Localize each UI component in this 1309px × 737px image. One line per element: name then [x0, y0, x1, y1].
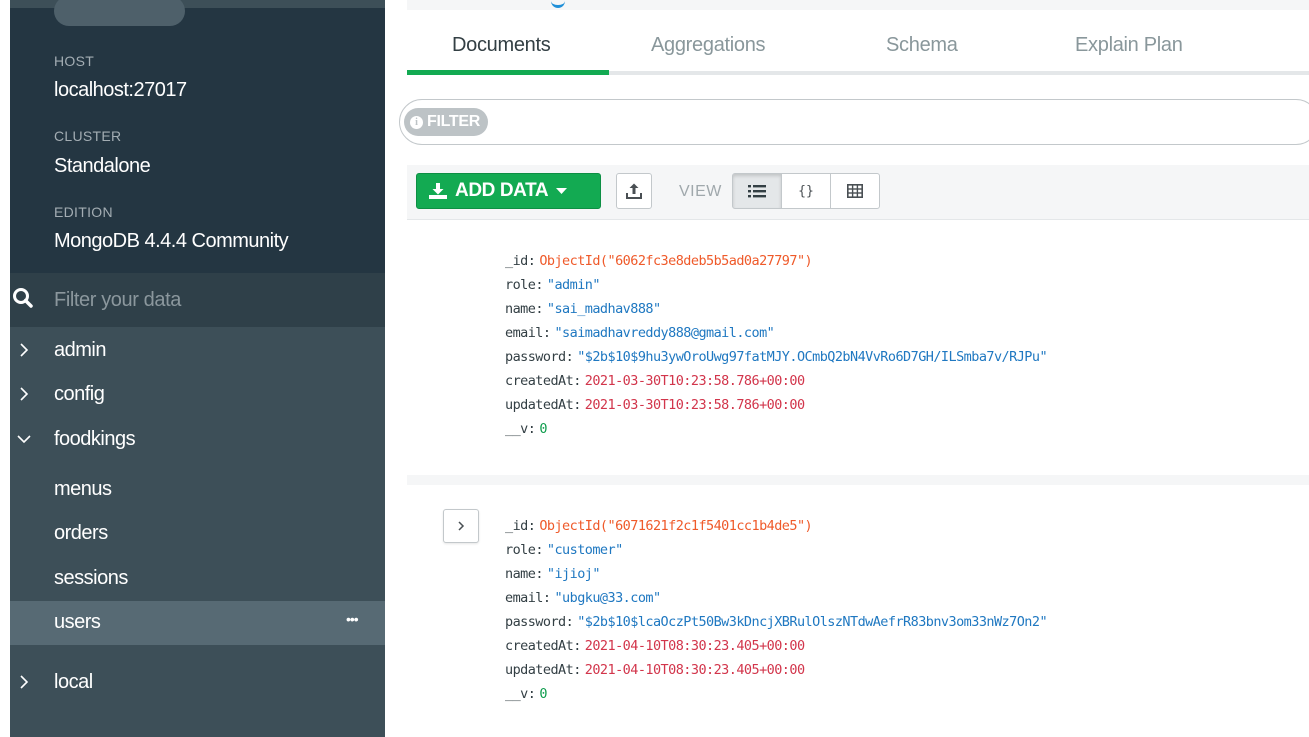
filter-data-input[interactable] [54, 286, 364, 314]
document-field: __v: 0 [505, 686, 547, 702]
sidebar-collection-label: sessions [54, 567, 128, 589]
chevron-right-icon [20, 675, 29, 689]
tab-explain-plan[interactable]: Explain Plan [1075, 34, 1183, 57]
document-field: email: "saimadhavreddy888@gmail.com" [505, 325, 775, 341]
header-fragment [551, 0, 565, 8]
document-field: _id: ObjectId("6071621f2c1f5401cc1b4de5") [505, 518, 813, 534]
query-bar: i FILTER [399, 75, 1309, 165]
sidebar-collection-orders[interactable]: orders [10, 512, 385, 556]
sidebar-db-label: admin [54, 339, 106, 361]
edition-value: MongoDB 4.4.4 Community [54, 230, 289, 252]
sidebar-db-label: foodkings [54, 428, 136, 450]
chevron-right-icon [20, 343, 29, 357]
sidebar-db-local[interactable]: local [10, 661, 385, 705]
export-collection-button[interactable] [616, 173, 652, 209]
host-value: localhost:27017 [54, 79, 187, 101]
collection-menu-icon[interactable]: ••• [346, 611, 359, 627]
tab-aggregations[interactable]: Aggregations [651, 34, 766, 57]
sidebar-db-admin[interactable]: admin [10, 329, 385, 373]
document-field: updatedAt: 2021-04-10T08:30:23.405+00:00 [505, 662, 805, 678]
document-field: password: "$2b$10$9hu3ywOroUwg97fatMJY.OC… [505, 349, 1048, 365]
edition-label: EDITION [54, 204, 113, 220]
documents-toolbar: ADD DATA VIEW {} [407, 165, 1309, 220]
sidebar-collection-menus[interactable]: menus [10, 468, 385, 512]
document-field: role: "admin" [505, 277, 600, 293]
sidebar-collection-sessions[interactable]: sessions [10, 557, 385, 601]
host-label: HOST [54, 53, 95, 69]
view-mode-switcher: {} [732, 173, 880, 209]
sidebar-collection-label: menus [54, 478, 112, 500]
expand-document-button[interactable] [443, 509, 479, 543]
sidebar: HOST localhost:27017 CLUSTER Standalone … [10, 0, 385, 737]
collection-tabs: Documents Aggregations Schema Explain Pl… [407, 24, 1309, 76]
sidebar-db-foodkings[interactable]: foodkings [10, 418, 385, 462]
add-data-button[interactable]: ADD DATA [416, 173, 601, 209]
chevron-right-icon [20, 387, 29, 401]
sidebar-filter [10, 273, 385, 327]
collection-header-strip [407, 0, 1309, 10]
document-field: role: "customer" [505, 542, 623, 558]
json-view-icon: {} [798, 183, 814, 199]
search-icon [13, 288, 33, 308]
sidebar-collection-label: users [54, 611, 101, 633]
document-field: name: "ijioj" [505, 566, 600, 582]
list-view-icon [748, 185, 766, 198]
add-data-label: ADD DATA [455, 180, 549, 201]
document-field: email: "ubgku@33.com" [505, 590, 661, 606]
document-field: createdAt: 2021-04-10T08:30:23.405+00:00 [505, 638, 805, 654]
json-view-button[interactable]: {} [781, 173, 831, 209]
tab-documents[interactable]: Documents [452, 34, 551, 57]
chevron-right-icon [458, 521, 465, 531]
document-field: createdAt: 2021-03-30T10:23:58.786+00:00 [505, 373, 805, 389]
document-card[interactable]: _id: ObjectId("6062fc3e8deb5b5ad0a27797")… [407, 220, 1309, 475]
filter-badge-label: FILTER [427, 113, 481, 130]
download-icon [429, 183, 447, 199]
caret-down-icon [556, 187, 568, 194]
filter-input[interactable]: i FILTER [399, 99, 1309, 145]
sidebar-collection-label: orders [54, 522, 108, 544]
sidebar-db-label: local [54, 671, 93, 693]
view-label: VIEW [679, 183, 722, 200]
chevron-down-icon [17, 435, 31, 444]
instance-pill[interactable] [54, 0, 185, 26]
list-view-button[interactable] [732, 173, 782, 209]
sidebar-collection-users[interactable]: users ••• [10, 601, 385, 645]
tab-schema[interactable]: Schema [886, 34, 958, 57]
table-view-button[interactable] [830, 173, 880, 209]
main-panel: Documents Aggregations Schema Explain Pl… [385, 0, 1309, 737]
document-list: _id: ObjectId("6062fc3e8deb5b5ad0a27797")… [407, 220, 1309, 737]
document-card[interactable]: _id: ObjectId("6071621f2c1f5401cc1b4de5")… [407, 485, 1309, 737]
document-field: name: "sai_madhav888" [505, 301, 661, 317]
document-field: updatedAt: 2021-03-30T10:23:58.786+00:00 [505, 397, 805, 413]
cluster-label: CLUSTER [54, 128, 122, 144]
instance-info-panel: HOST localhost:27017 CLUSTER Standalone … [10, 0, 385, 273]
upload-icon [626, 183, 642, 199]
info-icon: i [410, 115, 423, 129]
cluster-value: Standalone [54, 155, 151, 177]
sidebar-db-label: config [54, 383, 105, 405]
sidebar-db-config[interactable]: config [10, 373, 385, 417]
document-field: _id: ObjectId("6062fc3e8deb5b5ad0a27797") [505, 253, 813, 269]
table-view-icon [847, 184, 863, 198]
document-field: __v: 0 [505, 421, 547, 437]
filter-badge[interactable]: i FILTER [404, 108, 489, 136]
document-field: password: "$2b$10$lcaOczPt50Bw3kDncjXBRul… [505, 614, 1048, 630]
